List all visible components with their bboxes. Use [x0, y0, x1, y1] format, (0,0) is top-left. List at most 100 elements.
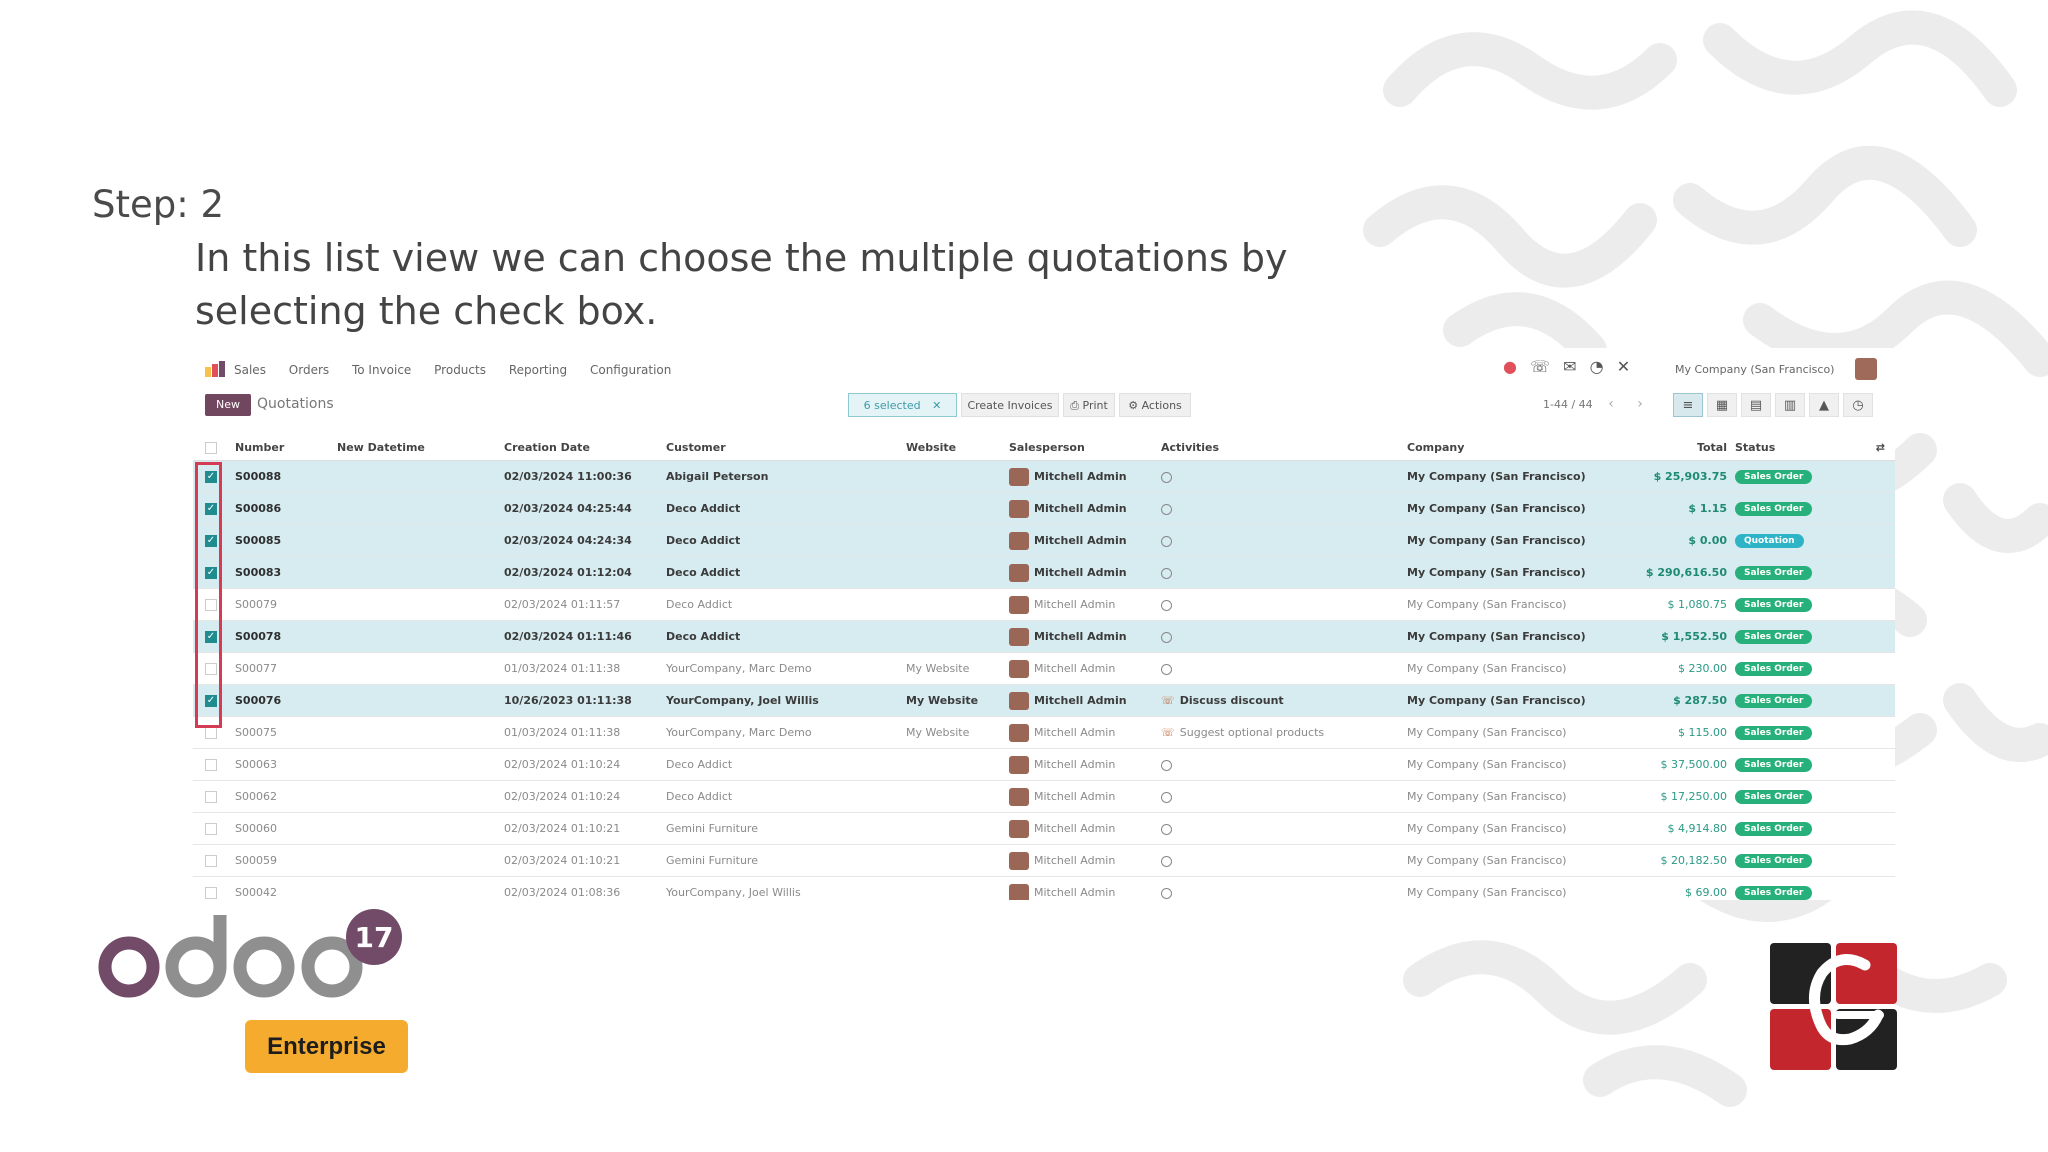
cell-salesperson: Mitchell Admin	[1034, 469, 1127, 483]
activity-clock-icon[interactable]	[1161, 663, 1172, 675]
col-new-datetime[interactable]: New Datetime	[337, 434, 504, 461]
cell-new-datetime	[337, 588, 504, 621]
col-company[interactable]: Company	[1407, 434, 1597, 461]
pager-value[interactable]: 1-44 / 44	[1543, 398, 1593, 411]
menu-configuration[interactable]: Configuration	[590, 363, 671, 377]
cell-customer: Abigail Peterson	[666, 460, 906, 493]
activity-clock-icon[interactable]	[1161, 759, 1172, 771]
pivot-view-icon[interactable]: ▥	[1775, 393, 1805, 417]
column-settings-icon[interactable]: ⇄	[1876, 441, 1885, 454]
cell-number: S00085	[235, 524, 337, 557]
create-invoices-button[interactable]: Create Invoices	[961, 393, 1059, 417]
activity-summary[interactable]: Suggest optional products	[1180, 726, 1324, 739]
status-badge: Sales Order	[1735, 566, 1813, 580]
systray: ● ☏ ✉ ◔ ✕	[1503, 357, 1630, 377]
clear-selection-icon[interactable]: ✕	[932, 399, 941, 412]
table-row[interactable]: S00063 02/03/2024 01:10:24 Deco Addict Mitc…	[193, 748, 1895, 781]
table-row[interactable]: S00042 02/03/2024 01:08:36 YourCompany, Jo…	[193, 876, 1895, 900]
row-checkbox[interactable]	[205, 823, 217, 835]
row-checkbox[interactable]	[205, 791, 217, 803]
col-total[interactable]: Total	[1597, 434, 1735, 461]
col-number[interactable]: Number	[235, 434, 337, 461]
activity-clock-icon[interactable]: ◔	[1590, 357, 1604, 376]
cell-total: $ 287.50	[1597, 684, 1735, 717]
activity-clock-icon[interactable]	[1161, 631, 1172, 643]
tools-icon[interactable]: ✕	[1617, 357, 1630, 376]
table-row[interactable]: S00075 01/03/2024 01:11:38 YourCompany, Ma…	[193, 716, 1895, 749]
cell-number: S00077	[235, 652, 337, 685]
activity-view-icon[interactable]: ◷	[1843, 393, 1873, 417]
table-row[interactable]: S00079 02/03/2024 01:11:57 Deco Addict Mitc…	[193, 588, 1895, 621]
col-customer[interactable]: Customer	[666, 434, 906, 461]
table-row[interactable]: S00062 02/03/2024 01:10:24 Deco Addict Mitc…	[193, 780, 1895, 813]
table-row[interactable]: S00077 01/03/2024 01:11:38 YourCompany, Ma…	[193, 652, 1895, 685]
salesperson-avatar	[1009, 819, 1029, 838]
salesperson-avatar	[1009, 595, 1029, 614]
sales-app-icon[interactable]	[205, 361, 225, 377]
cell-customer: YourCompany, Marc Demo	[666, 716, 906, 749]
graph-view-icon[interactable]: ▲	[1809, 393, 1839, 417]
actions-button[interactable]: ⚙ Actions	[1119, 393, 1191, 417]
new-button[interactable]: New	[205, 394, 251, 416]
col-website[interactable]: Website	[906, 434, 1009, 461]
row-checkbox[interactable]	[205, 727, 217, 739]
activity-clock-icon[interactable]	[1161, 823, 1172, 835]
chat-icon[interactable]: ✉	[1563, 357, 1576, 376]
activity-clock-icon[interactable]	[1161, 535, 1172, 547]
salesperson-avatar	[1009, 563, 1029, 582]
salesperson-avatar	[1009, 883, 1029, 900]
col-salesperson[interactable]: Salesperson	[1009, 434, 1161, 461]
enterprise-badge: Enterprise	[245, 1020, 408, 1073]
cell-total: $ 1,552.50	[1597, 620, 1735, 653]
status-badge: Sales Order	[1735, 790, 1813, 804]
print-button[interactable]: ⎙ Print	[1063, 393, 1115, 417]
pager-previous-icon[interactable]: ‹	[1601, 394, 1621, 414]
menu-reporting[interactable]: Reporting	[509, 363, 567, 377]
col-creation-date[interactable]: Creation Date	[504, 434, 666, 461]
menu-orders[interactable]: Orders	[289, 363, 329, 377]
cell-company: My Company (San Francisco)	[1407, 876, 1597, 900]
calendar-view-icon[interactable]: ▤	[1741, 393, 1771, 417]
activity-clock-icon[interactable]	[1161, 567, 1172, 579]
activity-clock-icon[interactable]	[1161, 887, 1172, 899]
table-row[interactable]: S00059 02/03/2024 01:10:21 Gemini Furnitur…	[193, 844, 1895, 877]
row-checkbox[interactable]	[205, 759, 217, 771]
cell-number: S00060	[235, 812, 337, 845]
table-row[interactable]: S00060 02/03/2024 01:10:21 Gemini Furnitur…	[193, 812, 1895, 845]
col-status[interactable]: Status	[1735, 441, 1775, 454]
menu-to-invoice[interactable]: To Invoice	[352, 363, 411, 377]
select-all-checkbox[interactable]	[205, 441, 217, 454]
company-switcher[interactable]: My Company (San Francisco)	[1675, 363, 1834, 376]
activity-clock-icon[interactable]	[1161, 503, 1172, 515]
table-row[interactable]: ✓ S00083 02/03/2024 01:12:04 Deco Addict Mit…	[193, 556, 1895, 589]
activity-clock-icon[interactable]	[1161, 855, 1172, 867]
cell-website	[906, 460, 1009, 493]
record-icon[interactable]: ●	[1503, 357, 1517, 376]
cell-number: S00079	[235, 588, 337, 621]
selection-counter[interactable]: 6 selected ✕	[848, 393, 957, 417]
cell-website	[906, 492, 1009, 525]
cell-activities	[1161, 556, 1407, 589]
cell-total: $ 37,500.00	[1597, 748, 1735, 781]
table-row[interactable]: ✓ S00078 02/03/2024 01:11:46 Deco Addict Mit…	[193, 620, 1895, 653]
table-row[interactable]: ✓ S00086 02/03/2024 04:25:44 Deco Addict Mit…	[193, 492, 1895, 525]
activity-clock-icon[interactable]	[1161, 791, 1172, 803]
activity-clock-icon[interactable]	[1161, 599, 1172, 611]
list-view-icon[interactable]: ≡	[1673, 393, 1703, 417]
pager-next-icon[interactable]: ›	[1630, 394, 1650, 414]
user-avatar[interactable]	[1855, 358, 1877, 380]
row-checkbox[interactable]	[205, 855, 217, 867]
table-row[interactable]: ✓ S00088 02/03/2024 11:00:36 Abigail Peters…	[193, 460, 1895, 493]
cell-website: My Website	[906, 684, 1009, 717]
phone-icon[interactable]: ☏	[1530, 357, 1550, 376]
menu-products[interactable]: Products	[434, 363, 486, 377]
table-row[interactable]: ✓ S00076 10/26/2023 01:11:38 YourCompany, J…	[193, 684, 1895, 717]
menu-sales[interactable]: Sales	[234, 363, 266, 377]
activity-summary[interactable]: Discuss discount	[1180, 694, 1284, 707]
row-checkbox[interactable]	[205, 887, 217, 899]
activity-clock-icon[interactable]	[1161, 471, 1172, 483]
col-activities[interactable]: Activities	[1161, 434, 1407, 461]
table-row[interactable]: ✓ S00085 02/03/2024 04:24:34 Deco Addict Mit…	[193, 524, 1895, 557]
cell-activities	[1161, 780, 1407, 813]
kanban-view-icon[interactable]: ▦	[1707, 393, 1737, 417]
